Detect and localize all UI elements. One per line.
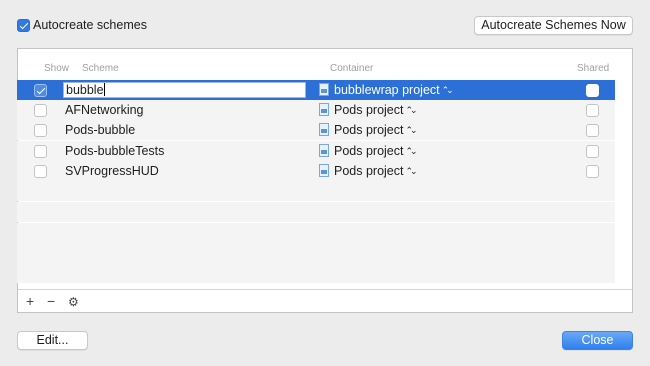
shared-checkbox[interactable] [586,84,599,98]
column-header-container[interactable]: Container [330,63,373,74]
scheme-name: Pods-bubble [65,123,136,137]
show-checkbox[interactable] [34,124,47,138]
row-shared-checkbox-cell [586,83,599,98]
table-row[interactable]: SVProgressHUD Pods project ⌃⌄ [17,161,615,181]
row-show-checkbox-cell [34,144,47,159]
up-down-chevron-icon: ⌃⌄ [405,125,417,135]
edit-button[interactable]: Edit... [17,331,88,350]
row-show-checkbox-cell [34,164,47,179]
project-file-icon [319,83,329,96]
remove-scheme-button[interactable]: − [47,293,55,309]
scheme-name-value: bubble [66,83,104,97]
container-label: Pods project [334,123,404,137]
column-header-show[interactable]: Show [44,63,69,74]
shared-checkbox[interactable] [586,145,599,159]
scheme-name: Pods-bubbleTests [65,144,165,158]
autocreate-checkbox[interactable] [17,19,30,32]
column-header-scheme[interactable]: Scheme [82,63,119,74]
show-checkbox[interactable] [34,145,47,159]
gear-icon[interactable]: ⚙ [68,295,79,309]
table-header: Show Scheme Container Shared [18,49,632,81]
shared-checkbox[interactable] [586,104,599,118]
column-header-shared[interactable]: Shared [577,63,609,74]
table-row-empty [17,181,615,201]
scheme-name: AFNetworking [65,103,144,117]
row-shared-checkbox-cell [586,123,599,138]
table-row-empty [17,223,615,243]
project-file-icon [319,103,329,116]
autocreate-label: Autocreate schemes [33,18,147,32]
container-label: bubblewrap project [334,83,440,97]
table-row[interactable]: Pods-bubbleTests Pods project ⌃⌄ [17,141,615,161]
table-row[interactable]: AFNetworking Pods project ⌃⌄ [17,100,615,120]
container-label: Pods project [334,164,404,178]
show-checkbox[interactable] [34,104,47,118]
project-file-icon [319,123,329,136]
container-popup[interactable]: bubblewrap project ⌃⌄ [319,83,454,97]
up-down-chevron-icon: ⌃⌄ [405,166,417,176]
shared-checkbox[interactable] [586,124,599,138]
table-row[interactable]: bubble bubblewrap project ⌃⌄ [17,80,615,100]
scheme-name: SVProgressHUD [65,164,159,178]
table-row-empty [17,202,615,222]
table-row-empty [17,243,615,263]
container-popup[interactable]: Pods project ⌃⌄ [319,123,418,137]
container-label: Pods project [334,144,404,158]
row-shared-checkbox-cell [586,103,599,118]
project-file-icon [319,164,329,177]
up-down-chevron-icon: ⌃⌄ [441,85,454,95]
project-file-icon [319,144,329,157]
shared-checkbox[interactable] [586,165,599,179]
text-caret [103,83,105,96]
table-row-empty [17,263,615,283]
close-button[interactable]: Close [562,331,633,350]
autocreate-schemes-now-button[interactable]: Autocreate Schemes Now [474,16,633,35]
row-show-checkbox-cell [34,123,47,138]
show-checkbox[interactable] [34,84,47,98]
table-row[interactable]: Pods-bubble Pods project ⌃⌄ [17,120,615,140]
row-show-checkbox-cell [34,103,47,118]
container-popup[interactable]: Pods project ⌃⌄ [319,164,418,178]
table-toolbar: + − ⚙ [18,289,632,313]
up-down-chevron-icon: ⌃⌄ [405,146,417,156]
scheme-name-field[interactable]: bubble [63,82,306,98]
container-popup[interactable]: Pods project ⌃⌄ [319,144,418,158]
row-show-checkbox-cell [34,83,47,98]
show-checkbox[interactable] [34,165,47,179]
row-shared-checkbox-cell [586,164,599,179]
container-popup[interactable]: Pods project ⌃⌄ [319,103,418,117]
up-down-chevron-icon: ⌃⌄ [405,105,417,115]
add-scheme-button[interactable]: + [26,293,34,309]
row-shared-checkbox-cell [586,144,599,159]
container-label: Pods project [334,103,404,117]
